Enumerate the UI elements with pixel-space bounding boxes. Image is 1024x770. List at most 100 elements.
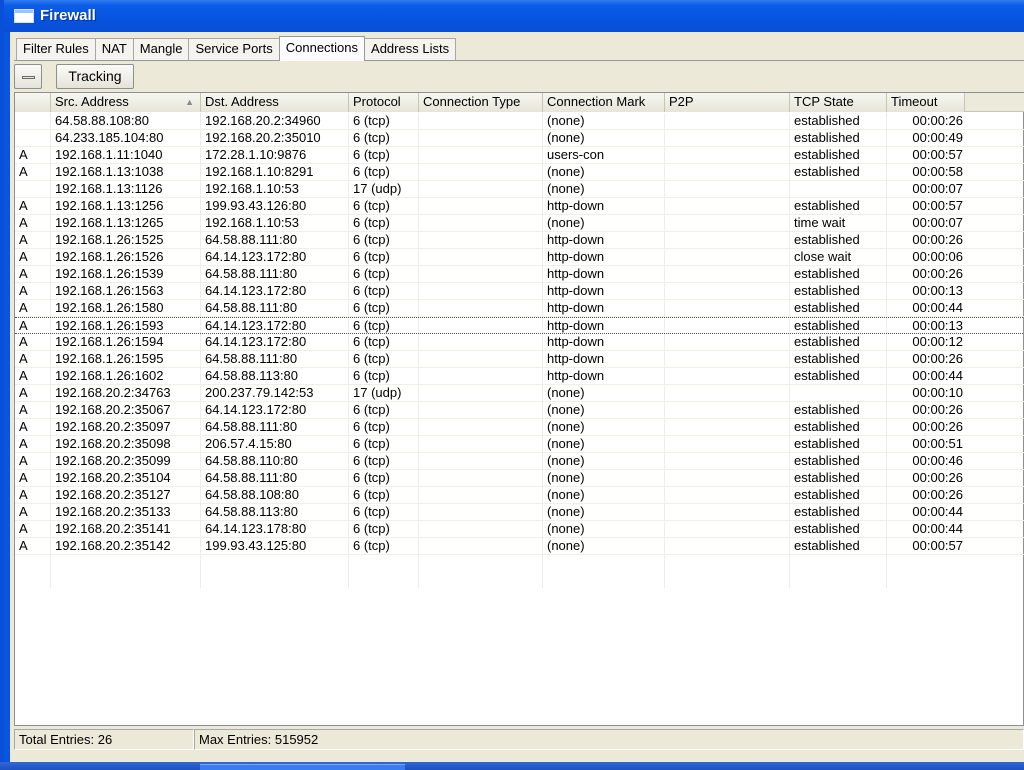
column-header-flags[interactable] xyxy=(15,93,51,112)
table-row[interactable]: A 192.168.1.26:1525 64.58.88.111:80 6 (tcp)… xyxy=(15,232,1024,249)
cell-protocol: 6 (tcp) xyxy=(353,198,390,213)
table-row[interactable]: A 192.168.20.2:35104 64.58.88.111:80 6 (tcp… xyxy=(15,470,1024,487)
table-row[interactable]: A 192.168.1.26:1539 64.58.88.111:80 6 (tcp)… xyxy=(15,266,1024,283)
column-header-p2p[interactable]: P2P xyxy=(665,93,790,112)
cell-tcp-state: time wait xyxy=(794,215,846,230)
remove-button[interactable] xyxy=(14,64,42,89)
cell-connection-mark: (none) xyxy=(547,130,585,145)
cell-tcp-state: established xyxy=(794,300,860,315)
table-row[interactable]: A 192.168.1.11:1040 172.28.1.10:9876 6 (tcp… xyxy=(15,147,1024,164)
cell-connection-mark: http-down xyxy=(547,300,605,315)
cell-flags: A xyxy=(19,147,28,162)
table-row[interactable]: A 192.168.20.2:35142 199.93.43.125:80 6 (tc… xyxy=(15,538,1024,555)
cell-tcp-state: established xyxy=(794,113,860,128)
table-row[interactable]: A 192.168.1.13:1265 192.168.1.10:53 6 (tcp)… xyxy=(15,215,1024,232)
table-row[interactable]: A 192.168.20.2:34763 200.237.79.142:53 17 (… xyxy=(15,385,1024,402)
table-header: Src. Address ▲ Dst. Address Protocol Connect… xyxy=(15,93,1024,112)
table-row[interactable]: A 192.168.20.2:35127 64.58.88.108:80 6 (tcp… xyxy=(15,487,1024,504)
cell-flags: A xyxy=(19,436,28,451)
table-row[interactable]: 192.168.1.13:1126 192.168.1.10:53 17 (udp)… xyxy=(15,181,1024,198)
cell-protocol: 6 (tcp) xyxy=(353,538,390,553)
table-row[interactable]: A 192.168.1.26:1594 64.14.123.172:80 6 (tcp… xyxy=(15,334,1024,351)
tab-mangle[interactable]: Mangle xyxy=(132,38,190,60)
table-row[interactable]: A 192.168.1.26:1593 64.14.123.172:80 6 (tcp… xyxy=(15,317,1024,334)
cell-connection-type xyxy=(419,419,543,436)
cell-timeout: 00:00:26 xyxy=(912,232,963,247)
table-row[interactable]: A 192.168.20.2:35097 64.58.88.111:80 6 (tcp… xyxy=(15,419,1024,436)
cell-connection-type xyxy=(419,113,543,130)
cell-protocol: 6 (tcp) xyxy=(353,521,390,536)
cell-flags: A xyxy=(19,351,28,366)
cell-timeout: 00:00:51 xyxy=(912,436,963,451)
tab-service-ports[interactable]: Service Ports xyxy=(188,38,280,60)
cell-connection-mark: http-down xyxy=(547,198,605,213)
cell-flags: A xyxy=(19,385,28,400)
cell-src-address: 64.58.88.108:80 xyxy=(55,113,149,128)
taskbar-window-button[interactable] xyxy=(200,764,405,770)
cell-protocol: 6 (tcp) xyxy=(353,113,390,128)
cell-protocol: 6 (tcp) xyxy=(353,147,390,162)
cell-p2p xyxy=(665,368,790,385)
cell-tcp-state: established xyxy=(794,368,860,383)
cell-p2p xyxy=(665,232,790,249)
table-row[interactable]: A 192.168.1.13:1038 192.168.1.10:8291 6 (tc… xyxy=(15,164,1024,181)
tracking-button[interactable]: Tracking xyxy=(56,64,134,89)
cell-dst-address: 64.58.88.111:80 xyxy=(205,351,298,366)
table-row[interactable]: A 192.168.1.26:1563 64.14.123.172:80 6 (tcp… xyxy=(15,283,1024,300)
cell-connection-type xyxy=(419,538,543,555)
cell-protocol: 17 (udp) xyxy=(353,385,402,400)
tab-address-lists[interactable]: Address Lists xyxy=(364,38,457,60)
column-header-protocol[interactable]: Protocol xyxy=(349,93,419,112)
cell-p2p xyxy=(665,147,790,164)
table-row[interactable]: A 192.168.20.2:35098 206.57.4.15:80 6 (tcp)… xyxy=(15,436,1024,453)
column-header-connection-mark[interactable]: Connection Mark xyxy=(543,93,665,112)
table-row[interactable]: A 192.168.1.13:1256 199.93.43.126:80 6 (tcp… xyxy=(15,198,1024,215)
cell-protocol: 6 (tcp) xyxy=(353,504,390,519)
table-row[interactable]: A 192.168.1.26:1526 64.14.123.172:80 6 (tcp… xyxy=(15,249,1024,266)
cell-tcp-state: established xyxy=(794,487,860,502)
cell-timeout: 00:00:58 xyxy=(912,164,963,179)
column-header-label: P2P xyxy=(669,94,694,109)
cell-tcp-state: established xyxy=(794,334,860,349)
table-row[interactable]: A 192.168.20.2:35099 64.58.88.110:80 6 (tcp… xyxy=(15,453,1024,470)
tab-nat[interactable]: NAT xyxy=(94,38,134,60)
column-header-tcp-state[interactable]: TCP State xyxy=(790,93,887,112)
cell-timeout: 00:00:26 xyxy=(912,470,963,485)
cell-src-address: 64.233.185.104:80 xyxy=(55,130,164,145)
cell-connection-mark: (none) xyxy=(547,402,585,417)
cell-connection-type xyxy=(419,232,543,249)
title-bar[interactable]: Firewall xyxy=(4,0,1024,32)
cell-tcp-state: established xyxy=(794,164,860,179)
cell-p2p xyxy=(665,385,790,402)
cell-dst-address: 64.58.88.111:80 xyxy=(205,300,298,315)
column-header-dst-address[interactable]: Dst. Address xyxy=(201,93,349,112)
tab-connections[interactable]: Connections xyxy=(278,36,366,61)
tab-strip: Filter Rules NAT Mangle Service Ports Connec… xyxy=(16,36,457,61)
table-row[interactable]: A 192.168.1.26:1580 64.58.88.111:80 6 (tcp)… xyxy=(15,300,1024,317)
cell-src-address: 192.168.20.2:35067 xyxy=(55,402,171,417)
cell-connection-mark: (none) xyxy=(547,113,585,128)
cell-flags: A xyxy=(19,538,28,553)
cell-protocol: 17 (udp) xyxy=(353,181,402,196)
cell-tcp-state: established xyxy=(794,318,860,333)
table-row[interactable]: 64.58.88.108:80 192.168.20.2:34960 6 (tcp)… xyxy=(15,113,1024,130)
column-header-connection-type[interactable]: Connection Type xyxy=(419,93,543,112)
cell-dst-address: 64.58.88.111:80 xyxy=(205,470,298,485)
table-row[interactable]: A 192.168.20.2:35141 64.14.123.178:80 6 (tc… xyxy=(15,521,1024,538)
status-bar: Total Entries: 26 Max Entries: 515952 xyxy=(14,729,1024,750)
cell-flags: A xyxy=(19,164,28,179)
column-header-src-address[interactable]: Src. Address ▲ xyxy=(51,93,201,112)
cell-tcp-state: established xyxy=(794,402,860,417)
column-header-timeout[interactable]: Timeout xyxy=(887,93,965,112)
cell-connection-type xyxy=(419,470,543,487)
table-row[interactable]: 64.233.185.104:80 192.168.20.2:35010 6 (tc… xyxy=(15,130,1024,147)
tab-filter-rules[interactable]: Filter Rules xyxy=(16,38,96,60)
table-row[interactable]: A 192.168.20.2:35067 64.14.123.172:80 6 (tc… xyxy=(15,402,1024,419)
cell-connection-type xyxy=(419,318,543,335)
table-row[interactable]: A 192.168.20.2:35133 64.58.88.113:80 6 (tcp… xyxy=(15,504,1024,521)
cell-src-address: 192.168.1.26:1593 xyxy=(55,318,164,333)
table-row[interactable]: A 192.168.1.26:1595 64.58.88.111:80 6 (tcp)… xyxy=(15,351,1024,368)
cell-tcp-state xyxy=(790,385,887,402)
cell-src-address: 192.168.1.26:1563 xyxy=(55,283,164,298)
table-row[interactable]: A 192.168.1.26:1602 64.58.88.113:80 6 (tcp)… xyxy=(15,368,1024,385)
